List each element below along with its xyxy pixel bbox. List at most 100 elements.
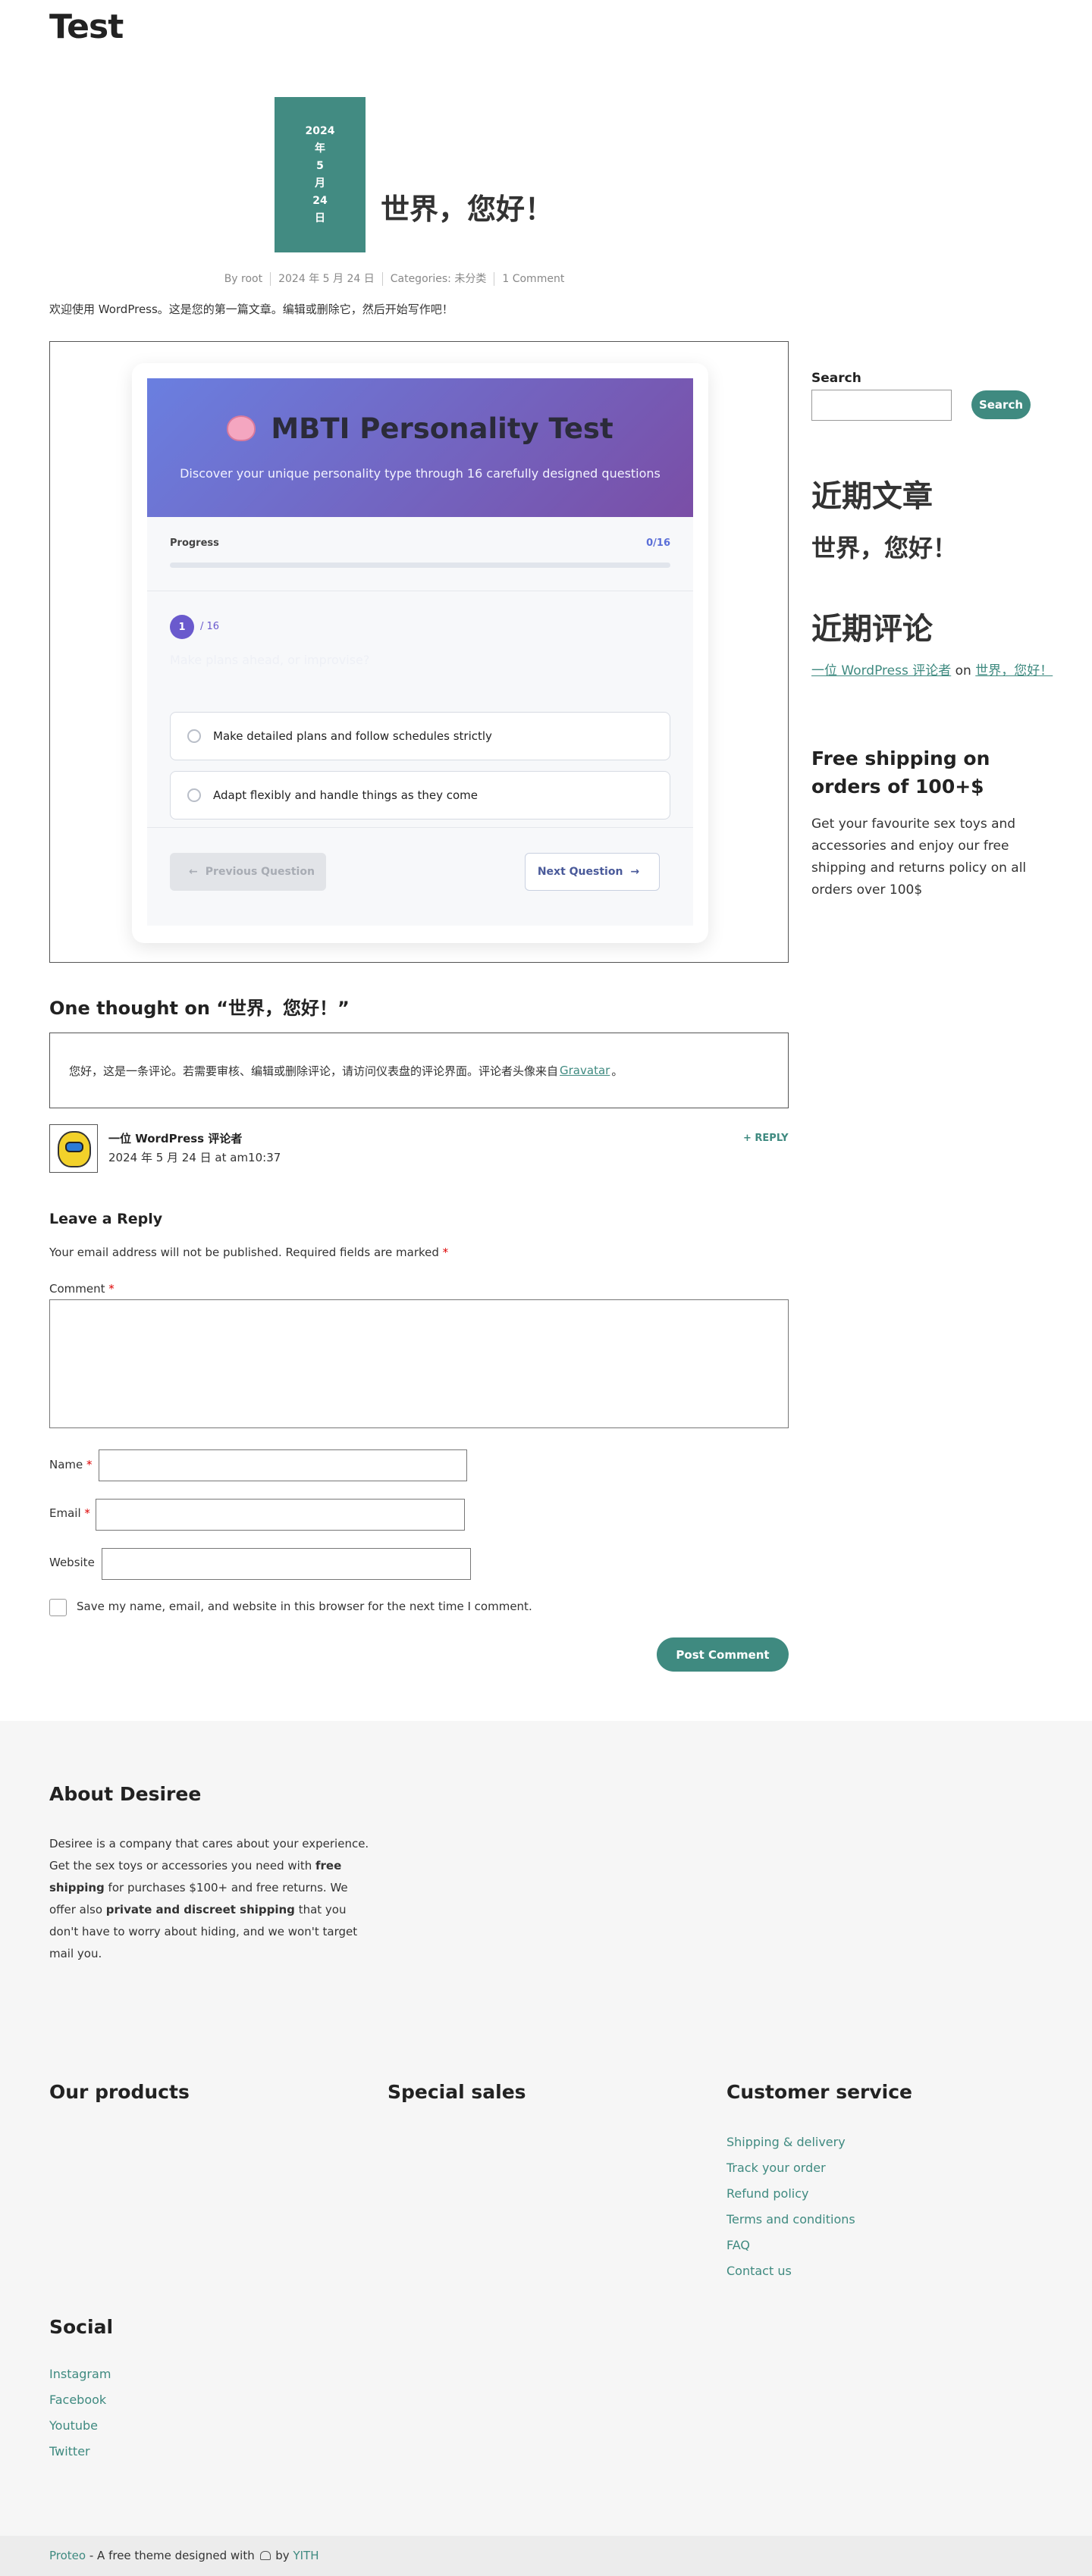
social-link-youtube[interactable]: Youtube <box>49 2418 98 2433</box>
progress-bar <box>170 563 670 568</box>
comment-text-end: 。 <box>611 1064 623 1078</box>
customer-service-links: Shipping & delivery Track your order Ref… <box>726 2129 855 2284</box>
theme-link[interactable]: Proteo <box>49 2549 86 2562</box>
answer-option-1[interactable]: Make detailed plans and follow schedules… <box>170 712 670 760</box>
radio-icon[interactable] <box>187 729 201 743</box>
next-question-label: Next Question <box>537 866 623 878</box>
footer-link-shipping[interactable]: Shipping & delivery <box>726 2135 846 2149</box>
avatar-goggle <box>65 1142 83 1152</box>
post-comment-button[interactable]: Post Comment <box>657 1637 789 1672</box>
email-label: Email * <box>49 1506 90 1520</box>
divider <box>147 827 693 828</box>
quiz-subtitle: Discover your unique personality type th… <box>180 466 661 481</box>
previous-question-button[interactable]: ← Previous Question <box>170 853 326 891</box>
post-intro: 欢迎使用 WordPress。这是您的第一篇文章。编辑或删除它，然后开始写作吧！ <box>49 302 453 316</box>
social-heading: Social <box>49 2316 114 2338</box>
website-field[interactable] <box>102 1548 471 1580</box>
quiz-title: MBTI Personality Test <box>147 412 693 445</box>
quiz-card: MBTI Personality Test Discover your uniq… <box>132 363 708 943</box>
answer-option-2[interactable]: Adapt flexibly and handle things as they… <box>170 771 670 819</box>
post-date-badge: 2024 年 5 月 24 日 <box>275 97 366 252</box>
question-text: Make plans ahead, or improvise? <box>170 653 370 667</box>
arrow-right-icon: → <box>630 866 640 878</box>
required-mark: * <box>442 1246 449 1259</box>
name-label: Name * <box>49 1458 93 1471</box>
post-author[interactable]: By root <box>217 272 270 286</box>
heart-icon <box>259 2551 271 2560</box>
about-text: Desiree is a company that cares about yo… <box>49 1833 375 1965</box>
date-month: 5 <box>316 159 324 172</box>
footer-link-terms[interactable]: Terms and conditions <box>726 2212 855 2227</box>
social-link-twitter[interactable]: Twitter <box>49 2444 90 2458</box>
comment-notes-text: Your email address will not be published… <box>49 1246 439 1259</box>
name-field[interactable] <box>99 1449 467 1481</box>
footer-link-refund[interactable]: Refund policy <box>726 2186 809 2201</box>
search-button[interactable]: Search <box>971 390 1031 419</box>
date-month-char: 月 <box>315 177 325 190</box>
gravatar-link[interactable]: Gravatar <box>560 1064 610 1077</box>
yith-link[interactable]: YITH <box>293 2549 318 2562</box>
social-link-instagram[interactable]: Instagram <box>49 2367 111 2381</box>
shipping-heading: Free shipping on orders of 100+$ <box>811 747 990 798</box>
special-sales-heading: Special sales <box>388 2081 526 2103</box>
recent-comments-heading: 近期评论 <box>811 612 933 647</box>
reply-link[interactable]: + REPLY <box>743 1133 789 1144</box>
radio-icon[interactable] <box>187 788 201 802</box>
about-text-bold: private and discreet shipping <box>105 1903 295 1916</box>
post-title: 世界，您好！ <box>381 193 554 226</box>
previous-question-label: Previous Question <box>205 866 315 878</box>
recent-post-link[interactable]: 世界，您好！ <box>811 529 957 564</box>
question-total: / 16 <box>200 621 220 632</box>
date-year-char: 年 <box>315 142 325 155</box>
recent-comment-author[interactable]: 一位 WordPress 评论者 <box>811 663 951 678</box>
comment-author[interactable]: 一位 WordPress 评论者 <box>108 1130 242 1146</box>
comment-date[interactable]: 2024 年 5 月 24 日 at am10:37 <box>108 1149 281 1165</box>
next-question-button[interactable]: Next Question → <box>525 853 660 891</box>
comment-label: Comment * <box>49 1282 115 1296</box>
footer-link-faq[interactable]: FAQ <box>726 2238 750 2252</box>
progress-count: 0/16 <box>646 537 670 549</box>
comments-heading: One thought on “世界，您好！” <box>49 998 350 1019</box>
date-day: 24 <box>312 194 328 207</box>
date-year: 2024 <box>305 124 335 137</box>
recent-comment-post[interactable]: 世界，您好！ <box>975 663 1053 678</box>
avatar-icon <box>58 1131 91 1167</box>
required-mark: * <box>86 1458 93 1471</box>
comment-body: 您好，这是一条评论。若需要审核、编辑或删除评论，请访问仪表盘的评论界面。评论者头… <box>49 1033 789 1108</box>
customer-service-heading: Customer service <box>726 2081 912 2103</box>
leave-reply-heading: Leave a Reply <box>49 1211 163 1227</box>
brain-icon <box>227 415 256 441</box>
name-label-text: Name <box>49 1458 83 1471</box>
recent-posts-heading: 近期文章 <box>811 479 933 514</box>
shipping-text: Get your favourite sex toys and accessor… <box>811 816 1027 898</box>
search-input[interactable] <box>811 390 952 421</box>
comment-label-text: Comment <box>49 1282 105 1296</box>
email-field[interactable] <box>96 1499 465 1531</box>
our-products-heading: Our products <box>49 2081 190 2103</box>
answer-option-label: Make detailed plans and follow schedules… <box>213 729 492 743</box>
site-title[interactable]: Test <box>49 8 124 46</box>
quiz-container: MBTI Personality Test Discover your uniq… <box>147 378 693 926</box>
remember-label[interactable]: Save my name, email, and website in this… <box>77 1600 532 1613</box>
post-comment-count[interactable]: 1 Comment <box>494 272 572 286</box>
quiz-embed-frame: MBTI Personality Test Discover your uniq… <box>49 341 789 963</box>
footer-link-contact[interactable]: Contact us <box>726 2264 792 2278</box>
social-link-facebook[interactable]: Facebook <box>49 2393 106 2407</box>
search-label: Search <box>811 371 861 386</box>
comment-text: 您好，这是一条评论。若需要审核、编辑或删除评论，请访问仪表盘的评论界面。评论者头… <box>69 1064 559 1078</box>
quiz-title-text: MBTI Personality Test <box>271 412 613 445</box>
required-mark: * <box>108 1282 115 1296</box>
email-label-text: Email <box>49 1506 81 1520</box>
comment-textarea[interactable] <box>49 1299 789 1428</box>
footer-credits: Proteo - A free theme designed with by Y… <box>49 2549 318 2562</box>
post-date: 2024 年 5 月 24 日 <box>270 272 382 286</box>
footer-link-track-order[interactable]: Track your order <box>726 2161 826 2175</box>
post-categories[interactable]: Categories: 未分类 <box>381 272 494 286</box>
recent-comment-item: 一位 WordPress 评论者 on 世界，您好！ <box>811 659 1058 683</box>
credits-by: by <box>271 2549 293 2562</box>
required-mark: * <box>84 1506 90 1520</box>
remember-checkbox[interactable] <box>49 1599 67 1616</box>
quiz-header <box>147 378 693 517</box>
arrow-left-icon: ← <box>189 866 198 878</box>
credits-text: - A free theme designed with <box>86 2549 259 2562</box>
